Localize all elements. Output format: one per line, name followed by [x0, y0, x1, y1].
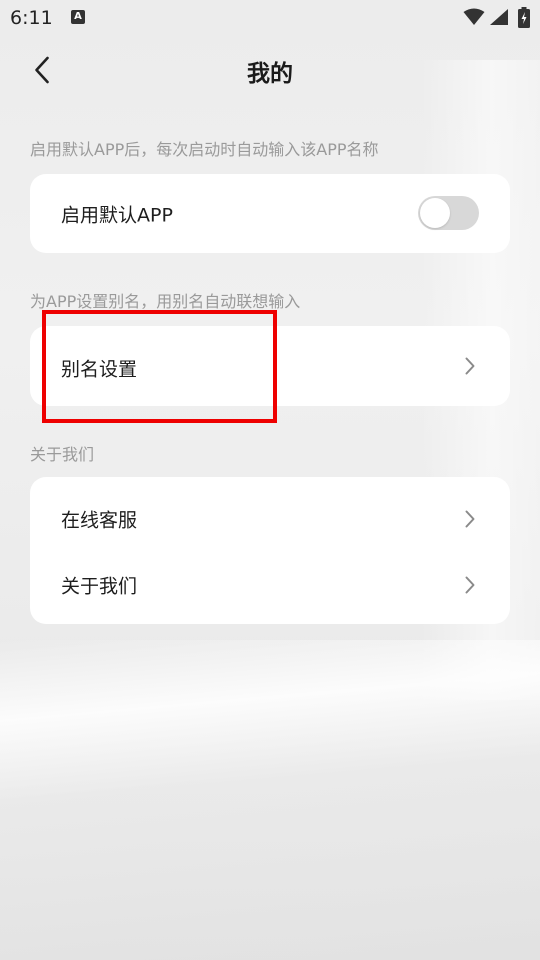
battery-icon [518, 7, 530, 28]
alias-caption: 为APP设置别名，用别名自动联想输入 [30, 292, 301, 311]
status-time: 6:11 [10, 7, 53, 29]
toggle-knob [420, 198, 450, 228]
background-floor-light [0, 640, 540, 960]
notification-icon: A [71, 10, 85, 24]
default-app-card: 启用默认APP [30, 174, 510, 253]
list-item-label: 关于我们 [61, 575, 138, 598]
chevron-right-icon [465, 357, 475, 375]
alias-settings-label: 别名设置 [61, 358, 138, 381]
alias-settings-item[interactable]: 别名设置 [30, 326, 510, 406]
about-card: 在线客服 关于我们 [30, 477, 510, 624]
list-item-online-service[interactable]: 在线客服 [30, 489, 510, 549]
wifi-icon [463, 8, 485, 25]
chevron-right-icon [465, 510, 475, 528]
default-app-caption: 启用默认APP后，每次启动时自动输入该APP名称 [30, 140, 379, 159]
page-title: 我的 [247, 61, 293, 87]
status-bar: 6:11 A [0, 0, 540, 36]
list-item-label: 在线客服 [61, 509, 138, 532]
chevron-right-icon [465, 576, 475, 594]
about-caption: 关于我们 [30, 445, 95, 464]
default-app-toggle-label: 启用默认APP [61, 204, 173, 227]
list-item-about-us[interactable]: 关于我们 [30, 555, 510, 615]
default-app-toggle[interactable] [418, 196, 479, 230]
cellular-signal-icon [490, 9, 508, 25]
page-header: 我的 [0, 36, 540, 102]
